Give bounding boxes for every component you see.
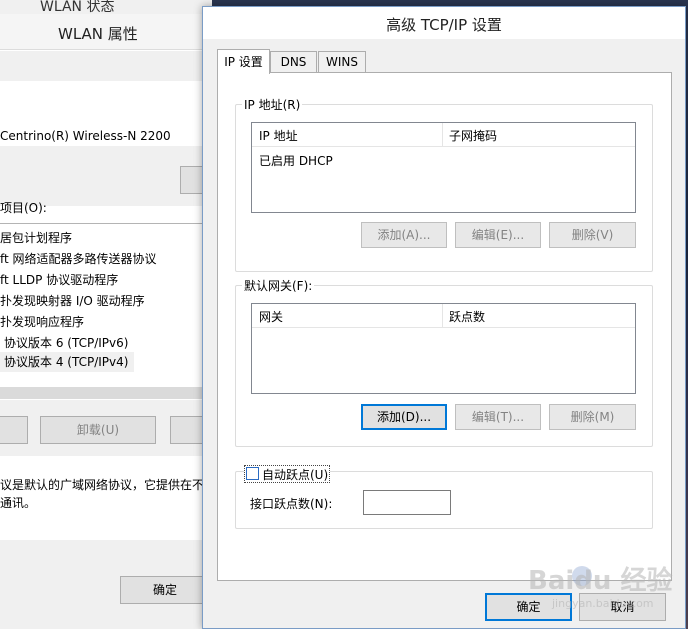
watermark-text: Baidu 经验: [528, 566, 673, 596]
dialog-title: 高级 TCP/IP 设置: [386, 16, 502, 34]
uninstall-button[interactable]: 卸载(U): [40, 416, 156, 444]
description-line-1: 议是默认的广域网络协议，它提供在不: [0, 478, 205, 492]
default-gateway-group-label: 默认网关(F):: [242, 277, 315, 294]
column-separator[interactable]: [442, 304, 443, 328]
dialog-titlebar: 高级 TCP/IP 设置: [203, 7, 685, 39]
band: [0, 51, 212, 81]
interface-metric-input[interactable]: [363, 490, 451, 515]
items-list[interactable]: 居包计划程序 ft 网络适配器多路传送器协议 ft LLDP 协议驱动程序 扑发…: [0, 223, 212, 398]
wlan-status-window-strip: WLAN 状态: [0, 0, 212, 14]
wlan-properties-titlebar: WLAN 属性: [0, 14, 212, 50]
auto-metric-checkbox[interactable]: [246, 467, 259, 480]
list-item[interactable]: 居包计划程序: [0, 229, 72, 246]
wlan-properties-window: WLAN 状态 WLAN 属性 Centrino(R) Wireless-N 2…: [0, 0, 220, 629]
gateway-list-header: 网关 跃点数: [252, 304, 635, 328]
description-line-2: 通讯。: [0, 496, 37, 510]
column-metric[interactable]: 跃点数: [449, 308, 485, 325]
wlan-status-title: WLAN 状态: [40, 0, 115, 14]
list-item-ipv6[interactable]: 协议版本 6 (TCP/IPv6): [0, 334, 128, 351]
column-separator[interactable]: [442, 123, 443, 147]
watermark: Baidu 经验 jingyan.baidu.com: [528, 560, 672, 610]
gateway-add-button[interactable]: 添加(D)...: [361, 404, 447, 430]
horizontal-scrollbar[interactable]: [0, 387, 212, 399]
ip-settings-panel: IP 地址(R) IP 地址 子网掩码 已启用 DHCP 添加(A)... 编辑…: [217, 72, 672, 581]
ip-address-list[interactable]: IP 地址 子网掩码 已启用 DHCP: [251, 122, 636, 213]
table-row[interactable]: 已启用 DHCP: [259, 152, 333, 169]
ip-remove-button[interactable]: 删除(V): [549, 222, 636, 248]
watermark-sub: jingyan.baidu.com: [552, 597, 654, 610]
list-item-ipv4[interactable]: 协议版本 4 (TCP/IPv4): [0, 352, 135, 372]
tab-dns[interactable]: DNS: [270, 51, 317, 73]
install-button[interactable]: [0, 416, 28, 444]
gateway-list[interactable]: 网关 跃点数: [251, 303, 636, 394]
column-subnet-mask[interactable]: 子网掩码: [449, 127, 497, 144]
ip-add-button[interactable]: 添加(A)...: [361, 222, 447, 248]
tab-ip-settings[interactable]: IP 设置: [217, 49, 270, 74]
list-item[interactable]: ft LLDP 协议驱动程序: [0, 271, 118, 288]
items-label: 项目(O):: [0, 201, 47, 215]
auto-metric-label[interactable]: 自动跃点(U): [262, 466, 328, 483]
list-item[interactable]: ft 网络适配器多路传送器协议: [0, 250, 157, 267]
list-item[interactable]: 扑发现映射器 I/O 驱动程序: [0, 292, 145, 309]
list-item[interactable]: 扑发现响应程序: [0, 313, 84, 330]
advanced-tcpip-dialog: 高级 TCP/IP 设置 IP 设置 DNS WINS IP 地址(R) IP …: [202, 6, 686, 629]
column-gateway[interactable]: 网关: [259, 308, 283, 325]
adapter-name: Centrino(R) Wireless-N 2200: [0, 129, 171, 143]
interface-metric-label: 接口跃点数(N):: [250, 497, 333, 511]
ip-list-header: IP 地址 子网掩码: [252, 123, 635, 147]
wlan-properties-title: WLAN 属性: [58, 25, 138, 43]
column-ip-address[interactable]: IP 地址: [259, 127, 298, 144]
ip-edit-button[interactable]: 编辑(E)...: [455, 222, 541, 248]
ip-address-group-label: IP 地址(R): [242, 96, 303, 113]
gateway-edit-button[interactable]: 编辑(T)...: [455, 404, 541, 430]
wlan-ok-button[interactable]: 确定: [120, 576, 210, 604]
tab-wins[interactable]: WINS: [318, 51, 366, 73]
gateway-remove-button[interactable]: 删除(M): [549, 404, 636, 430]
